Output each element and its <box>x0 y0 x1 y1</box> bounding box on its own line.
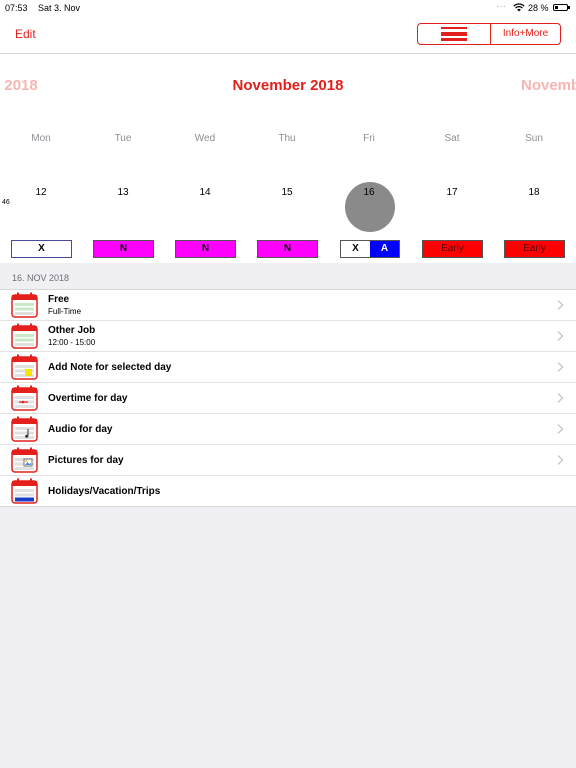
list-item-other-job[interactable]: Other Job 12:00 - 15:00 <box>0 321 576 352</box>
chevron-right-icon <box>557 300 564 310</box>
chevron-right-icon <box>557 424 564 434</box>
list-item-add-note[interactable]: Add Note for selected day <box>0 352 576 383</box>
weekday-mon: Mon <box>31 133 51 144</box>
day-18[interactable]: 18 <box>493 187 575 198</box>
row-title: Audio for day <box>48 424 113 435</box>
day-13[interactable]: 13 <box>82 187 164 198</box>
row-title: Other Job <box>48 325 96 336</box>
calendar-week-view: er 2018 November 2018 Novemb Mon Tue Wed… <box>0 54 576 263</box>
weekday-header: Mon Tue Wed Thu Fri Sat Sun <box>0 133 576 147</box>
row-subtitle: 12:00 - 15:00 <box>48 338 96 347</box>
day-options-list: Free Full-Time Other Job 12:00 - 15:00 A… <box>0 289 576 507</box>
day-15[interactable]: 15 <box>246 187 328 198</box>
current-month-title: November 2018 <box>232 77 344 94</box>
chevron-right-icon <box>557 455 564 465</box>
day-17[interactable]: 17 <box>411 187 493 198</box>
weekday-thu: Thu <box>278 133 296 144</box>
row-title: Overtime for day <box>48 393 128 404</box>
list-item-holidays[interactable]: Holidays/Vacation/Trips <box>0 476 576 506</box>
row-title: Pictures for day <box>48 455 124 466</box>
row-subtitle: Full-Time <box>48 307 82 316</box>
shift-tue[interactable]: N <box>93 240 154 258</box>
multitask-dots-icon: ··· <box>496 1 506 12</box>
list-item-pictures[interactable]: Pictures for day <box>0 445 576 476</box>
day-16-selected[interactable]: 16 <box>328 187 410 198</box>
list-view-segment[interactable] <box>418 24 491 44</box>
chevron-right-icon <box>557 331 564 341</box>
day-14[interactable]: 14 <box>164 187 246 198</box>
shift-fri-a: A <box>370 241 399 257</box>
shift-thu[interactable]: N <box>257 240 318 258</box>
calendar-pictures-icon <box>11 447 38 473</box>
calendar-overtime-icon <box>11 385 38 411</box>
list-item-free[interactable]: Free Full-Time <box>0 290 576 321</box>
view-segmented-control: Info+More <box>417 23 561 45</box>
nav-bar: Edit Info+More <box>0 16 576 54</box>
selected-date-header: 16. NOV 2018 <box>12 273 70 283</box>
calendar-job-icon <box>11 323 38 349</box>
edit-button[interactable]: Edit <box>15 27 36 41</box>
shift-mon[interactable]: X <box>11 240 72 258</box>
battery-icon <box>553 4 570 11</box>
row-title: Add Note for selected day <box>48 362 172 373</box>
weekday-wed: Wed <box>194 133 216 144</box>
chevron-right-icon <box>557 362 564 372</box>
calendar-holiday-icon <box>11 478 38 504</box>
next-month-title[interactable]: Novemb <box>521 77 576 94</box>
status-time: 07:53 <box>5 3 28 13</box>
list-item-audio[interactable]: Audio for day <box>0 414 576 445</box>
shift-fri-x: X <box>352 243 359 254</box>
calendar-shift-icon <box>11 292 38 318</box>
weekday-fri: Fri <box>363 133 375 144</box>
weekday-tue: Tue <box>114 133 132 144</box>
shift-sun[interactable]: Early <box>504 240 565 258</box>
weekday-sun: Sun <box>525 133 543 144</box>
day-12[interactable]: 12 <box>0 187 82 198</box>
shift-sat[interactable]: Early <box>422 240 483 258</box>
week-number: 46 <box>2 199 10 206</box>
status-bar: 07:53 Sat 3. Nov ··· 28 % <box>0 0 576 16</box>
status-date: Sat 3. Nov <box>38 3 81 13</box>
shift-fri[interactable]: X A <box>340 240 400 258</box>
calendar-audio-icon <box>11 416 38 442</box>
row-title: Holidays/Vacation/Trips <box>48 486 161 497</box>
battery-percent: 28 % <box>528 3 549 13</box>
row-title: Free <box>48 294 70 305</box>
weekday-sat: Sat <box>444 133 460 144</box>
chevron-right-icon <box>557 393 564 403</box>
calendar-note-icon <box>11 354 38 380</box>
wifi-icon <box>513 3 525 12</box>
list-item-overtime[interactable]: Overtime for day <box>0 383 576 414</box>
info-more-segment[interactable]: Info+More <box>491 24 560 44</box>
shift-wed[interactable]: N <box>175 240 236 258</box>
list-view-icon <box>441 27 467 29</box>
